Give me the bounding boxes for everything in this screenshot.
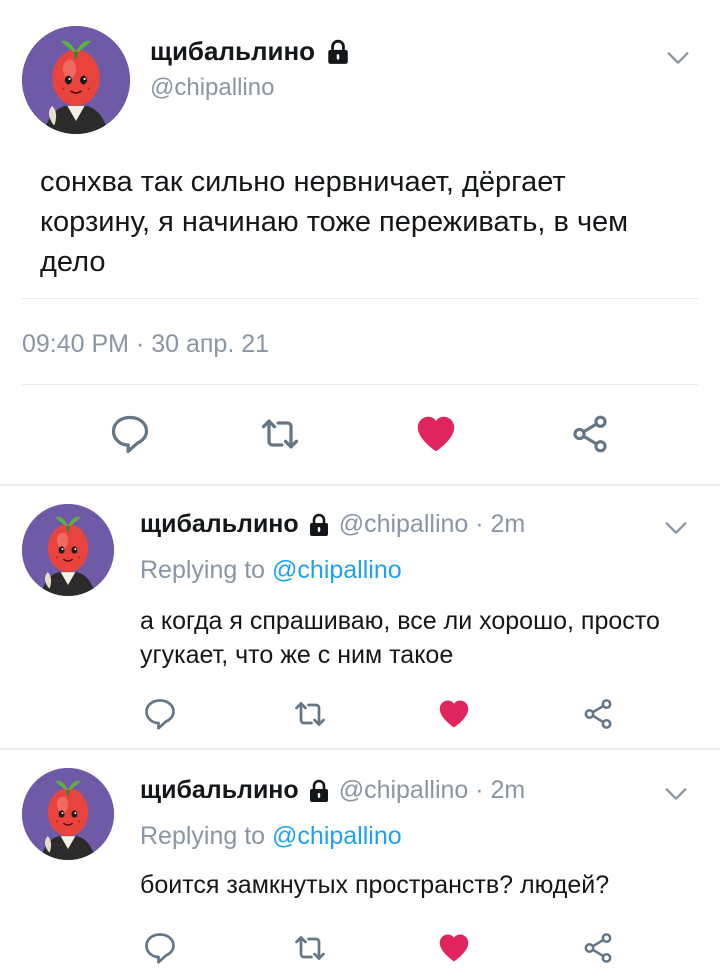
divider [22, 384, 698, 385]
avatar[interactable] [22, 768, 114, 860]
action-bar [0, 404, 720, 464]
action-bar [0, 926, 720, 970]
main-tweet: щибальлино @chipallino сонхва так сильно… [0, 0, 720, 484]
retweet-icon [292, 930, 328, 966]
lock-icon [325, 39, 351, 65]
display-name[interactable]: щибальлино [140, 776, 299, 805]
reply-button[interactable] [140, 694, 180, 734]
reply-button[interactable] [106, 410, 154, 458]
action-bar [0, 692, 720, 736]
retweet-button[interactable] [256, 410, 304, 458]
replying-to: Replying to @chipallino [140, 556, 402, 585]
handle-time[interactable]: @chipallino · 2m [339, 510, 526, 539]
chevron-down-icon[interactable] [662, 514, 690, 542]
user-handle[interactable]: @chipallino [150, 74, 274, 102]
mention-link[interactable]: @chipallino [272, 556, 402, 584]
tweet-text: сонхва так сильно нервничает, дёргает ко… [40, 166, 629, 278]
reply-header: щибальлино @chipallino · 2m [140, 510, 525, 539]
retweet-button[interactable] [290, 928, 330, 968]
display-name-row: щибальлино [150, 36, 351, 67]
like-button[interactable] [412, 410, 460, 458]
tweet-text: а когда я спрашиваю, все ли хорошо, прос… [140, 607, 660, 669]
reply-tweet: щибальлино @chipallino · 2m Replying to … [0, 486, 720, 748]
avatar[interactable] [22, 26, 130, 134]
heart-filled-icon [413, 411, 459, 457]
retweet-icon [258, 412, 302, 456]
chevron-down-icon[interactable] [664, 44, 692, 72]
reply-header: щибальлино @chipallino · 2m [140, 776, 525, 805]
tweet-text: боится замкнутых пространств? людей? [140, 871, 610, 899]
share-button[interactable] [578, 694, 618, 734]
share-icon [569, 413, 611, 455]
replying-to: Replying to @chipallino [140, 822, 402, 851]
share-icon [581, 931, 615, 965]
like-button[interactable] [434, 928, 474, 968]
replying-label: Replying to [140, 822, 266, 850]
mention-link[interactable]: @chipallino [272, 822, 402, 850]
display-name[interactable]: щибальлино [150, 36, 315, 67]
lock-icon [307, 513, 331, 537]
like-button[interactable] [434, 694, 474, 734]
chevron-down-icon[interactable] [662, 780, 690, 808]
reply-tweet: щибальлино @chipallino · 2m Replying to … [0, 750, 720, 976]
retweet-icon [292, 696, 328, 732]
retweet-button[interactable] [290, 694, 330, 734]
share-icon [581, 697, 615, 731]
reply-icon [108, 412, 152, 456]
share-button[interactable] [566, 410, 614, 458]
divider [22, 298, 698, 299]
lock-icon [307, 779, 331, 803]
heart-filled-icon [436, 696, 472, 732]
reply-icon [142, 696, 178, 732]
reply-icon [142, 930, 178, 966]
display-name[interactable]: щибальлино [140, 510, 299, 539]
share-button[interactable] [578, 928, 618, 968]
replying-label: Replying to [140, 556, 266, 584]
reply-button[interactable] [140, 928, 180, 968]
tweet-timestamp[interactable]: 09:40 PM · 30 апр. 21 [22, 330, 269, 359]
avatar[interactable] [22, 504, 114, 596]
heart-filled-icon [436, 930, 472, 966]
handle-time[interactable]: @chipallino · 2m [339, 776, 526, 805]
